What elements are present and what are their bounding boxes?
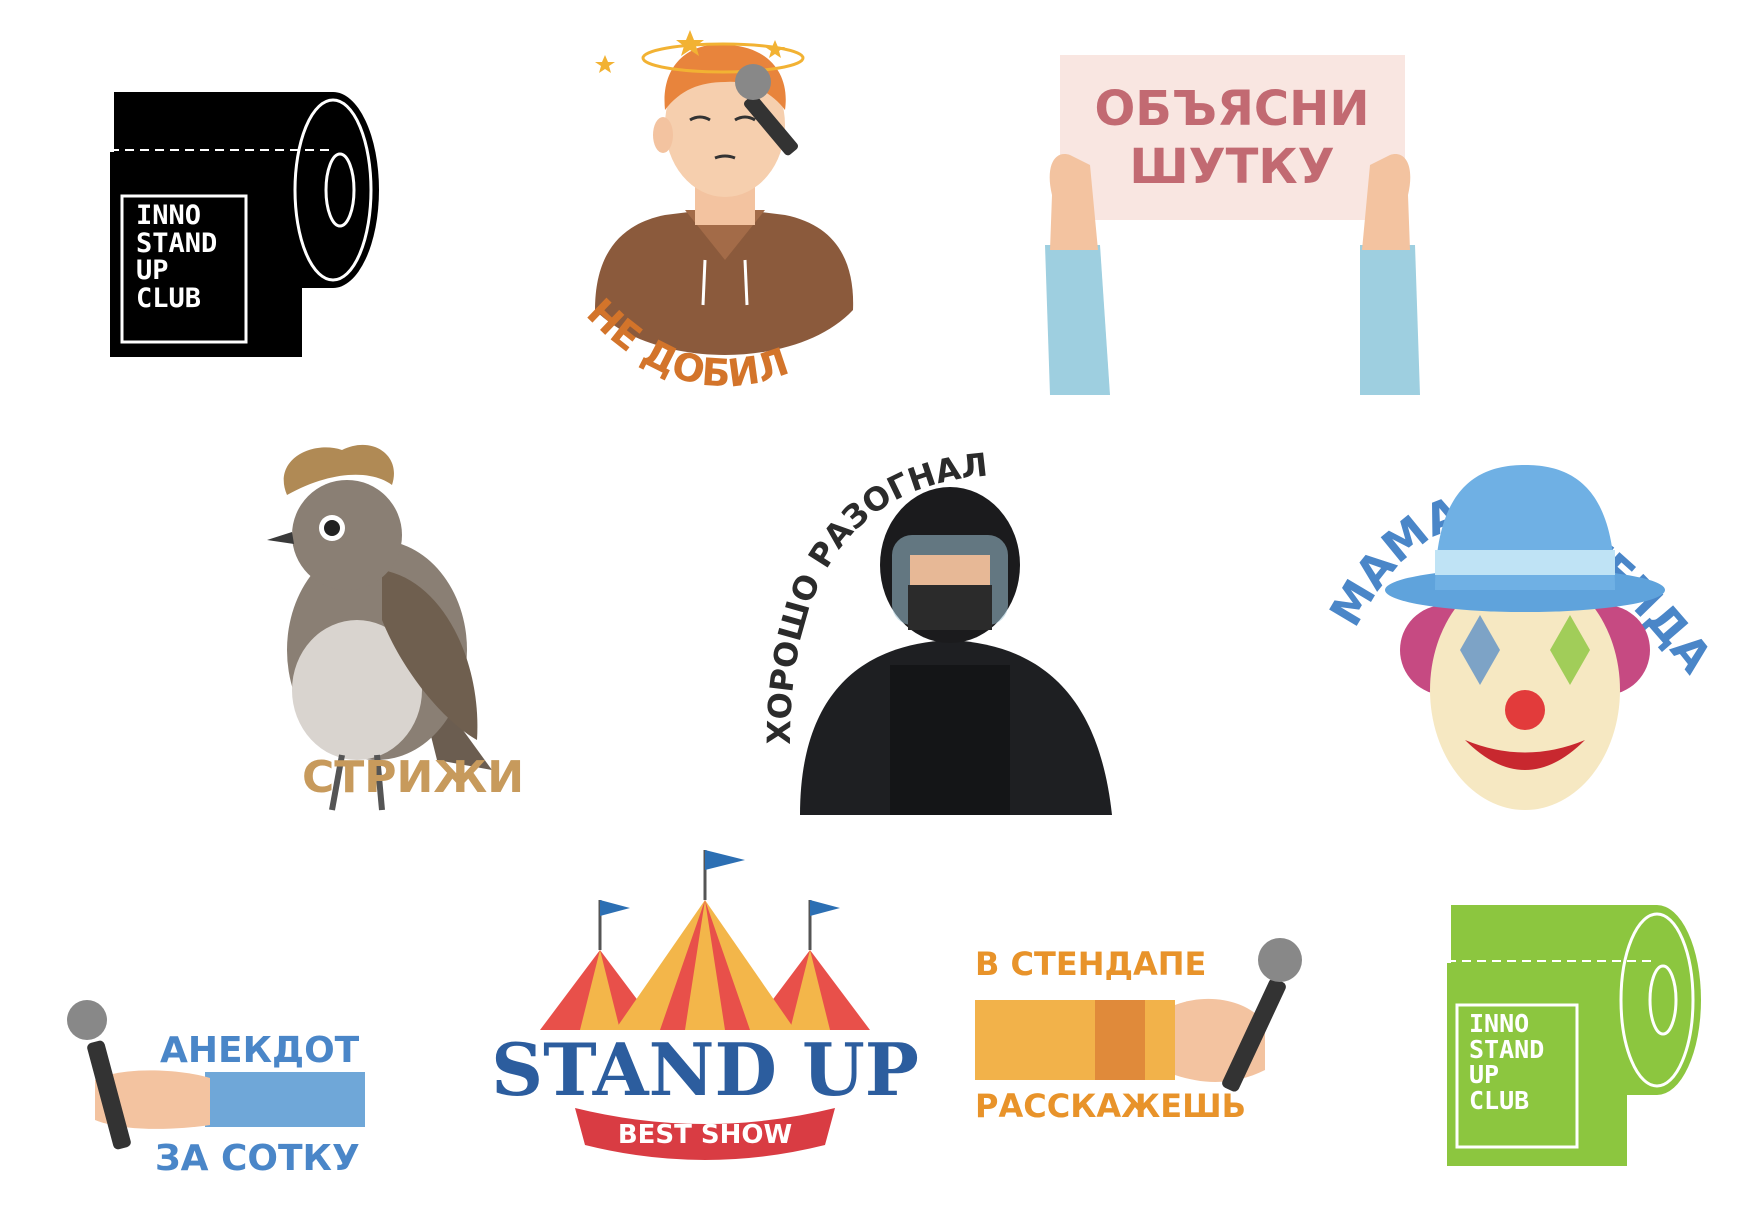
- sticker-razognal[interactable]: ХОРОШО РАЗОГНАЛ: [760, 446, 1120, 815]
- riot-officer-icon: ХОРОШО РАЗОГНАЛ: [760, 446, 1112, 815]
- sticker-obyasni-shutku[interactable]: ОБЪЯСНИ ШУТКУ: [1030, 55, 1435, 405]
- sticker-anekdot[interactable]: АНЕКДОТ ЗА СОТКУ: [55, 1000, 365, 1180]
- logo-text-black: INNO STAND UP CLUB: [136, 202, 217, 312]
- logo-line: UP: [1469, 1060, 1500, 1089]
- sign-line-2: ШУТКУ: [1129, 139, 1334, 195]
- bird-icon: СТРИЖИ: [267, 444, 524, 811]
- caption-anekdot-line-2: ЗА СОТКУ: [155, 1138, 360, 1179]
- circus-tent-icon: STAND UP BEST SHOW: [490, 850, 920, 1160]
- dizzy-man-icon: НЕ ДОБИЛ: [579, 30, 854, 396]
- sticker-mama-stendaper[interactable]: МАМА, Я СТЕНДАПЕР: [1307, 380, 1721, 840]
- sign-line-1: ОБЪЯСНИ: [1094, 81, 1369, 137]
- sticker-roll-green[interactable]: INNO STAND UP CLUB: [1445, 905, 1705, 1170]
- mic-hand-icon: АНЕКДОТ ЗА СОТКУ: [67, 1000, 365, 1179]
- sticker-roll-black[interactable]: INNO STAND UP CLUB: [108, 92, 388, 362]
- logo-line: CLUB: [136, 282, 202, 314]
- sticker-ne-dobil[interactable]: НЕ ДОБИЛ: [575, 10, 875, 430]
- sticker-strizhi[interactable]: СТРИЖИ: [262, 440, 524, 830]
- logo-line: INNO: [136, 200, 202, 231]
- logo-line: STAND: [136, 227, 218, 259]
- caption-anekdot-line-1: АНЕКДОТ: [160, 1030, 360, 1071]
- sticker-v-stendape[interactable]: В СТЕНДАПЕ РАССКАЖЕШЬ: [975, 935, 1335, 1135]
- logo-line: UP: [136, 255, 169, 287]
- logo-line: CLUB: [1469, 1085, 1530, 1115]
- clown-icon: МАМА, Я СТЕНДАПЕР: [1307, 380, 1721, 810]
- caption-v-stendape-line-1: В СТЕНДАПЕ: [975, 945, 1206, 983]
- mic-hand-orange-icon: В СТЕНДАПЕ РАССКАЖЕШЬ: [975, 938, 1302, 1125]
- title-standup: STAND UP: [491, 1027, 919, 1112]
- sticker-standup-best-show[interactable]: STAND UP BEST SHOW: [490, 840, 920, 1180]
- logo-line: STAND: [1469, 1034, 1545, 1064]
- caption-v-stendape-line-2: РАССКАЖЕШЬ: [975, 1087, 1246, 1125]
- logo-line: INNO: [1469, 1009, 1530, 1038]
- sign-hands-icon: ОБЪЯСНИ ШУТКУ: [1045, 55, 1420, 395]
- caption-strizhi: СТРИЖИ: [302, 752, 524, 803]
- ribbon-best-show: BEST SHOW: [618, 1120, 792, 1150]
- logo-text-green: INNO STAND UP CLUB: [1469, 1011, 1544, 1113]
